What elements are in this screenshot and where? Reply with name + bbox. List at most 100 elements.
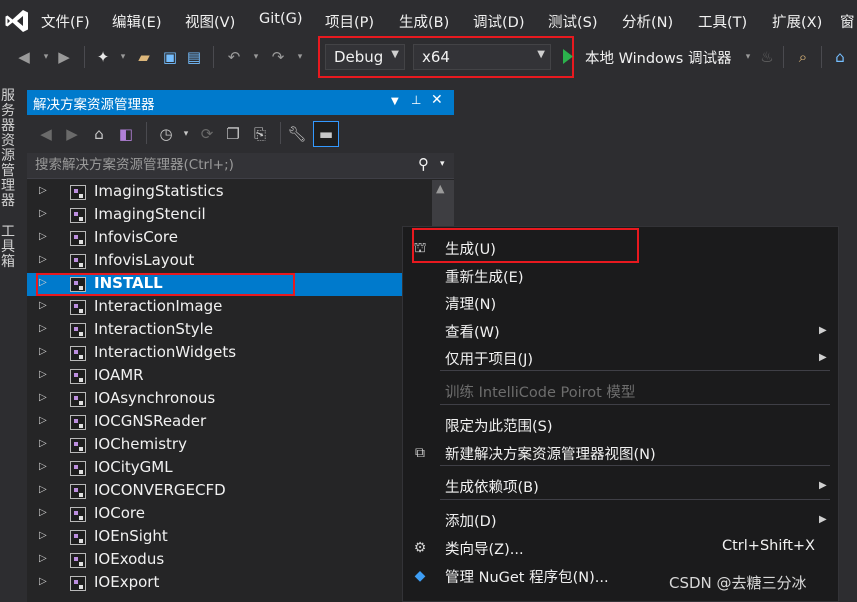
context-menu-item[interactable]: 新建解决方案资源管理器视图(N) (445, 443, 656, 464)
menu-edit[interactable]: 编辑(E) (112, 11, 161, 32)
save-icon[interactable]: ▣ (160, 47, 180, 67)
redo-icon[interactable]: ↷ (268, 47, 288, 67)
tree-item[interactable]: ▷ IOAsynchronous (27, 388, 432, 411)
navigate-forward-icon[interactable]: ▶ (54, 47, 74, 67)
new-dropdown-icon[interactable]: ▾ (113, 47, 133, 67)
tree-item[interactable]: ▷ IOCore (27, 503, 432, 526)
context-menu-item[interactable]: 类向导(Z)... (445, 538, 524, 559)
context-menu-item[interactable]: 清理(N) (445, 293, 496, 314)
server-explorer-tab[interactable]: 服务器资源管理器 (1, 89, 15, 209)
expand-arrow-icon[interactable]: ▷ (39, 461, 47, 472)
search-icon[interactable]: ⚲ (418, 155, 429, 173)
tree-item[interactable]: ▷ IOCityGML (27, 457, 432, 480)
new-project-icon[interactable]: ✦ (93, 47, 113, 67)
filter-dropdown-icon[interactable]: ▾ (176, 124, 196, 144)
save-all-icon[interactable]: ▤ (184, 47, 204, 67)
expand-arrow-icon[interactable]: ▷ (39, 300, 47, 311)
menu-git[interactable]: Git(G) (259, 11, 303, 27)
context-menu-item[interactable]: 限定为此范围(S) (445, 415, 553, 436)
search-options-icon[interactable]: ▾ (440, 159, 445, 169)
tree-item[interactable]: ▷ InteractionWidgets (27, 342, 432, 365)
sync-icon[interactable]: ⟳ (197, 124, 217, 144)
browser-icon[interactable]: ⌂ (830, 47, 850, 67)
tree-item[interactable]: ▷ IOExodus (27, 549, 432, 572)
context-menu-item[interactable]: 管理 NuGet 程序包(N)... (445, 566, 609, 587)
expand-arrow-icon[interactable]: ▷ (39, 392, 47, 403)
context-menu-item[interactable]: 生成依赖项(B) (445, 476, 539, 497)
run-target-label[interactable]: 本地 Windows 调试器 (585, 47, 731, 68)
tree-item[interactable]: ▷ InteractionStyle (27, 319, 432, 342)
run-target-dropdown-icon[interactable]: ▾ (738, 47, 758, 67)
expand-arrow-icon[interactable]: ▷ (39, 369, 47, 380)
tree-item[interactable]: ▷ InfovisLayout (27, 250, 432, 273)
expand-arrow-icon[interactable]: ▷ (39, 438, 47, 449)
tree-item[interactable]: ▷ ImagingStatistics (27, 181, 432, 204)
start-debugging-icon[interactable] (562, 48, 574, 65)
expand-arrow-icon[interactable]: ▷ (39, 231, 47, 242)
expand-arrow-icon[interactable]: ▷ (39, 323, 47, 334)
menu-analyze[interactable]: 分析(N) (622, 11, 673, 32)
home-icon[interactable]: ⌂ (89, 124, 109, 144)
search-input[interactable] (33, 156, 397, 174)
back-dropdown-icon[interactable]: ▾ (36, 47, 56, 67)
forward-icon[interactable]: ▶ (62, 124, 82, 144)
tree-item[interactable]: ▷ ImagingStencil (27, 204, 432, 227)
context-menu-item[interactable]: 添加(D) (445, 510, 496, 531)
back-icon[interactable]: ◀ (36, 124, 56, 144)
tree-item-label: IOAsynchronous (94, 389, 216, 407)
redo-dropdown-icon[interactable]: ▾ (290, 47, 310, 67)
menu-file[interactable]: 文件(F) (41, 11, 90, 32)
project-icon (70, 185, 86, 200)
tree-item[interactable]: ▷ IOCONVERGECFD (27, 480, 432, 503)
preview-selected-items-icon[interactable]: ▬ (313, 121, 339, 147)
menu-project[interactable]: 项目(P) (325, 11, 374, 32)
expand-arrow-icon[interactable]: ▷ (39, 530, 47, 541)
menu-tools[interactable]: 工具(T) (698, 11, 747, 32)
tree-item[interactable]: ▷ IOCGNSReader (27, 411, 432, 434)
expand-arrow-icon[interactable]: ▷ (39, 553, 47, 564)
context-menu-separator (440, 465, 830, 466)
context-menu-item[interactable]: 仅用于项目(J) (445, 348, 533, 369)
expand-arrow-icon[interactable]: ▷ (39, 507, 47, 518)
tree-item[interactable]: ▷ IOExport (27, 572, 432, 595)
pending-changes-filter-icon[interactable]: ◷ (156, 124, 176, 144)
expand-arrow-icon[interactable]: ▷ (39, 208, 47, 219)
close-icon[interactable]: ✕ (431, 92, 443, 108)
switch-views-icon[interactable]: ◧ (116, 124, 136, 144)
open-folder-icon[interactable]: ▰ (134, 47, 154, 67)
tree-item[interactable]: ▷ InteractionImage (27, 296, 432, 319)
pin-icon[interactable]: ⊥ (411, 93, 421, 107)
undo-icon[interactable]: ↶ (224, 47, 244, 67)
toolbox-tab[interactable]: 工具箱 (1, 225, 15, 270)
expand-arrow-icon[interactable]: ▷ (39, 415, 47, 426)
scroll-up-icon[interactable]: ▲ (436, 182, 444, 195)
properties-icon[interactable]: 🔧︎ (287, 124, 307, 144)
expand-arrow-icon[interactable]: ▷ (39, 576, 47, 587)
menu-window[interactable]: 窗 (840, 11, 855, 32)
tree-item[interactable]: ▷ IOEnSight (27, 526, 432, 549)
expand-arrow-icon[interactable]: ▷ (39, 346, 47, 357)
project-icon (70, 346, 86, 361)
navigate-back-icon[interactable]: ◀ (14, 47, 34, 67)
hot-reload-icon[interactable]: ♨ (757, 47, 777, 67)
menu-build[interactable]: 生成(B) (399, 11, 449, 32)
context-menu-item[interactable]: 查看(W) (445, 321, 500, 342)
expand-arrow-icon[interactable]: ▷ (39, 484, 47, 495)
menu-debug[interactable]: 调试(D) (473, 11, 524, 32)
menu-extensions[interactable]: 扩展(X) (772, 11, 822, 32)
menu-test[interactable]: 测试(S) (548, 11, 598, 32)
context-menu-item[interactable]: 重新生成(E) (445, 266, 523, 287)
menu-view[interactable]: 视图(V) (185, 11, 235, 32)
highlight-box (412, 228, 639, 263)
tree-item[interactable]: ▷ IOAMR (27, 365, 432, 388)
tree-item[interactable]: ▷ IOChemistry (27, 434, 432, 457)
expand-arrow-icon[interactable]: ▷ (39, 254, 47, 265)
tree-item[interactable]: ▷ InfovisCore (27, 227, 432, 250)
window-position-icon[interactable]: ▼ (391, 96, 399, 107)
undo-dropdown-icon[interactable]: ▾ (246, 47, 266, 67)
expand-arrow-icon[interactable]: ▷ (39, 185, 47, 196)
collapse-all-icon[interactable]: ❐ (223, 124, 243, 144)
show-all-files-icon[interactable]: ⎘ (250, 124, 270, 144)
find-in-files-icon[interactable]: ⌕ (793, 47, 813, 67)
visual-studio-logo[interactable] (4, 8, 30, 34)
